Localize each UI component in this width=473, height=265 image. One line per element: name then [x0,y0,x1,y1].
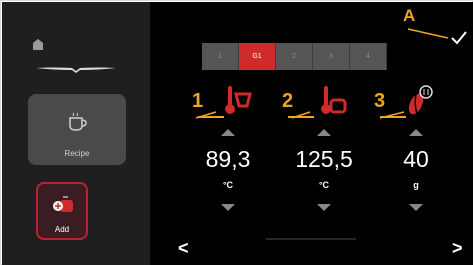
increase-button[interactable] [409,129,423,136]
add-label: Add [54,225,70,234]
brand-logo [36,67,116,73]
decrease-button[interactable] [409,204,423,211]
machine-display: Recipe Add 1 G1 2 3 4 A 1 89,3 °C 2 125,… [2,2,473,265]
recipe-label: Recipe [64,149,90,158]
screenshot-frame: Recipe Add 1 G1 2 3 4 A 1 89,3 °C 2 125,… [0,0,473,265]
param-value: 125,5 [295,146,353,172]
recipe-button[interactable]: Recipe [28,94,126,165]
param-water-temperature: 1 89,3 °C [188,82,268,222]
param-steam-temperature: 2 125,5 °C [282,82,364,222]
param-unit: °C [222,180,234,190]
increase-button[interactable] [221,129,235,136]
home-icon[interactable] [30,36,46,52]
coffee-dose-icon [408,85,433,115]
increase-button[interactable] [317,129,331,136]
param-number-3: 3 [374,90,407,118]
param-number-1: 1 [192,90,225,118]
next-arrow[interactable]: > [452,238,463,259]
main-panel: 1 G1 2 3 4 A 1 89,3 °C 2 125,5 °C 3 40 g… [150,2,473,265]
water-temperature-icon [225,86,252,114]
previous-arrow[interactable]: < [178,238,189,259]
page-progress-bar [266,238,356,240]
param-coffee-dose: 3 40 g [374,82,456,222]
decrease-button[interactable] [221,204,235,211]
decrease-button[interactable] [317,204,331,211]
param-value: 89,3 [205,146,251,172]
cup-icon [69,112,87,131]
sidebar: Recipe Add [2,2,150,265]
param-unit: g [413,180,419,190]
add-button[interactable]: Add [36,182,88,240]
param-unit: °C [318,180,330,190]
param-number-2: 2 [282,90,315,118]
param-value: 40 [403,146,429,172]
add-cup-icon [53,196,73,212]
steam-temperature-icon [321,86,347,114]
